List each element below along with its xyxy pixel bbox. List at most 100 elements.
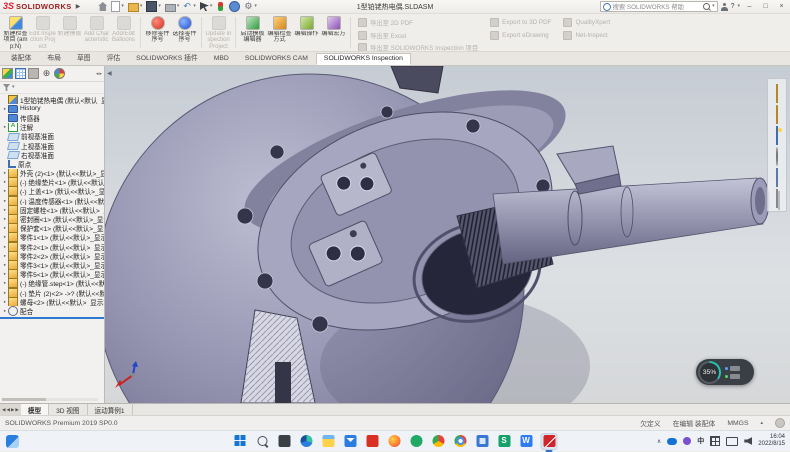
search-input[interactable]: 搜索 SOLIDWORKS 帮助 ▾ — [600, 1, 718, 12]
close-button[interactable]: × — [775, 1, 788, 12]
tree-item[interactable]: ▸零件2<2> (默认<<默认>_显示状态-1>) — [0, 251, 104, 260]
taskbar-edge-button[interactable] — [299, 434, 314, 449]
taskbar-file-explorer-button[interactable] — [321, 434, 336, 449]
display-tray-icon[interactable] — [726, 437, 738, 446]
task-pane-tab-view-palette[interactable] — [776, 127, 778, 145]
units-caret-icon[interactable]: ▴ — [760, 420, 763, 426]
taskbar-app-green-button[interactable] — [409, 434, 424, 449]
taskbar-solidworks-button[interactable] — [541, 433, 558, 450]
open-button[interactable]: ▾ — [127, 1, 144, 12]
display-settings-button[interactable] — [228, 1, 241, 12]
tree-item[interactable]: 1型铂铑热电偶 (默认<默认_显示状态-1>) — [0, 95, 104, 104]
onedrive-icon[interactable] — [667, 438, 677, 445]
panel-tabs-left-icon[interactable]: ◂ — [96, 71, 99, 77]
panel-tab-configurationmanager[interactable] — [15, 68, 26, 79]
tree-item[interactable]: 上视基准面 — [0, 141, 104, 150]
help-button[interactable]: ? — [731, 3, 735, 10]
undo-button[interactable]: ▾ — [182, 1, 197, 12]
taskbar-mail-button[interactable] — [343, 434, 358, 449]
tab-scroll-first-icon[interactable]: ◀ — [2, 407, 5, 413]
select-button[interactable]: ▾ — [199, 1, 214, 12]
command-tab[interactable]: SOLIDWORKS CAM — [237, 53, 316, 65]
taskbar-firefox-button[interactable] — [387, 434, 402, 449]
taskbar-app-monitor-button[interactable] — [475, 434, 490, 449]
task-pane-tab-appearances-scenes[interactable] — [776, 148, 778, 166]
command-tab[interactable]: 装配体 — [3, 50, 39, 65]
taskbar-start-button[interactable] — [233, 434, 248, 449]
tree-item[interactable]: ▸零件5<1> (默认<<默认>_显示状态-1>) — [0, 270, 104, 279]
command-tab[interactable]: SOLIDWORKS 插件 — [128, 50, 206, 65]
tray-chevron-up-icon[interactable]: ∧ — [657, 438, 661, 445]
help-caret-icon[interactable]: ▾ — [737, 4, 740, 9]
recorder-control-2-icon[interactable] — [730, 374, 740, 379]
tree-item[interactable]: ▸(-) 温度传感器<1> (默认<<默认>_显示状态-1>) — [0, 196, 104, 205]
scrollbar-thumb[interactable] — [2, 398, 46, 401]
panel-tab-appearances-manager[interactable] — [54, 68, 65, 79]
ribbon-button-edit-operations[interactable]: 编辑操作 — [293, 15, 320, 37]
restore-button[interactable]: □ — [759, 1, 772, 12]
taskbar-app-red-button[interactable] — [365, 434, 380, 449]
command-tab[interactable]: MBD — [206, 53, 237, 65]
tree-item[interactable]: ▸密封圈<1> (默认<<默认>_显示状态-1>) — [0, 214, 104, 223]
task-pane-tab-design-library[interactable] — [776, 85, 778, 103]
task-pane-tab-document-recovery[interactable] — [776, 190, 778, 208]
taskbar-widgets-icon[interactable] — [6, 435, 19, 448]
taskbar-app-colorful-button[interactable] — [431, 434, 446, 449]
viewport-canvas[interactable] — [105, 66, 790, 403]
rebuild-button[interactable] — [215, 1, 226, 12]
tree-item[interactable]: ▸外壳 (2)<1> (默认<<默认>_显示状态-1>) — [0, 169, 104, 178]
tab-scroll-prev-icon[interactable]: ◀ — [6, 407, 9, 413]
tree-item[interactable]: ▸(-) 垫片 (2)<2> ->? (默认<<默认>_显示状态-1>) — [0, 288, 104, 297]
taskbar-wps-button[interactable]: W — [519, 434, 534, 449]
tree-splitter[interactable] — [0, 317, 104, 319]
menu-expand-arrow-icon[interactable]: ▶ — [76, 3, 81, 10]
ime-mode-icon[interactable] — [710, 436, 720, 446]
tree-item[interactable]: ▸(-) 上盖<1> (默认<<默认>_显示状态-1>) — [0, 187, 104, 196]
options-button[interactable]: ▾ — [243, 1, 258, 12]
command-tab[interactable]: 草图 — [69, 50, 99, 65]
panel-collapse-arrow-icon[interactable]: ◀ — [107, 70, 112, 77]
status-options-icon[interactable] — [775, 418, 785, 428]
panel-tab-dimxpertmanager[interactable] — [28, 68, 39, 79]
filter-caret-icon[interactable]: ▾ — [12, 85, 15, 90]
save-button[interactable]: ▾ — [145, 1, 162, 12]
tree-item[interactable]: 前视基准面 — [0, 132, 104, 141]
minimize-button[interactable]: – — [743, 1, 756, 12]
tab-scroll-next-icon[interactable]: ▶ — [11, 407, 14, 413]
ribbon-button-edit-inspection-methods[interactable]: 编辑检查方式 — [266, 15, 293, 44]
taskbar-chrome-button[interactable] — [453, 434, 468, 449]
ribbon-button-new-inspection-project[interactable]: 新建检查项目 (amp;N) — [2, 15, 29, 50]
task-pane-tab-file-explorer[interactable] — [776, 106, 778, 124]
tree-item[interactable]: ▸保护套<1> (默认<<默认>_显示状态-1>) — [0, 224, 104, 233]
panel-h-scrollbar[interactable] — [2, 398, 98, 401]
print-button[interactable]: ▾ — [164, 1, 181, 12]
tree-item[interactable]: ▸螺母<2> (默认<<默认>_显示状态-1>) — [0, 297, 104, 306]
command-tab[interactable]: 布局 — [39, 50, 69, 65]
model-tab[interactable]: 模型 — [21, 404, 49, 415]
tree-item[interactable]: ▸零件3<1> (默认<<默认>_显示状态-1>) — [0, 260, 104, 269]
tree-item[interactable]: ▸A注解 — [0, 123, 104, 132]
graphics-viewport[interactable]: ◀ — [105, 66, 790, 403]
tree-item[interactable]: ▸History — [0, 104, 104, 113]
ribbon-button-select-balloons[interactable]: 选择零件序号 — [171, 15, 198, 44]
ribbon-button-remove-balloons[interactable]: 移除零件序号 — [144, 15, 171, 44]
ribbon-button-launch-template-editor[interactable]: 启动模板编辑器 — [239, 15, 266, 44]
tree-item[interactable]: ▸(-) 绝缘管.step<1> (默认<<默认>_显示状态-1>) — [0, 279, 104, 288]
taskbar-clock[interactable]: 16:04 2022/8/15 — [758, 434, 785, 448]
tree-item[interactable]: 原点 — [0, 159, 104, 168]
panel-tabs-right-icon[interactable]: ▸ — [99, 71, 102, 77]
tree-item[interactable]: 右视基准面 — [0, 150, 104, 159]
tree-item[interactable]: 传感器 — [0, 113, 104, 122]
search-icon[interactable] — [703, 3, 710, 10]
taskbar-search-button[interactable] — [255, 434, 270, 449]
panel-tab-displaymanager[interactable]: ⊕ — [41, 68, 52, 79]
home-button[interactable] — [97, 1, 108, 12]
tree-item[interactable]: ▸配合 — [0, 306, 104, 315]
task-pane-tab-custom-properties[interactable] — [776, 169, 778, 187]
tree-item[interactable]: ▸固定螺栓<1> (默认<<默认>_显示状态-1>) — [0, 205, 104, 214]
login-account-icon[interactable] — [721, 3, 728, 11]
model-tab[interactable]: 3D 视图 — [49, 404, 87, 415]
screen-recorder-overlay[interactable]: 35% — [696, 359, 754, 385]
recorder-control-1-icon[interactable] — [730, 366, 740, 371]
search-caret-icon[interactable]: ▾ — [712, 4, 715, 9]
